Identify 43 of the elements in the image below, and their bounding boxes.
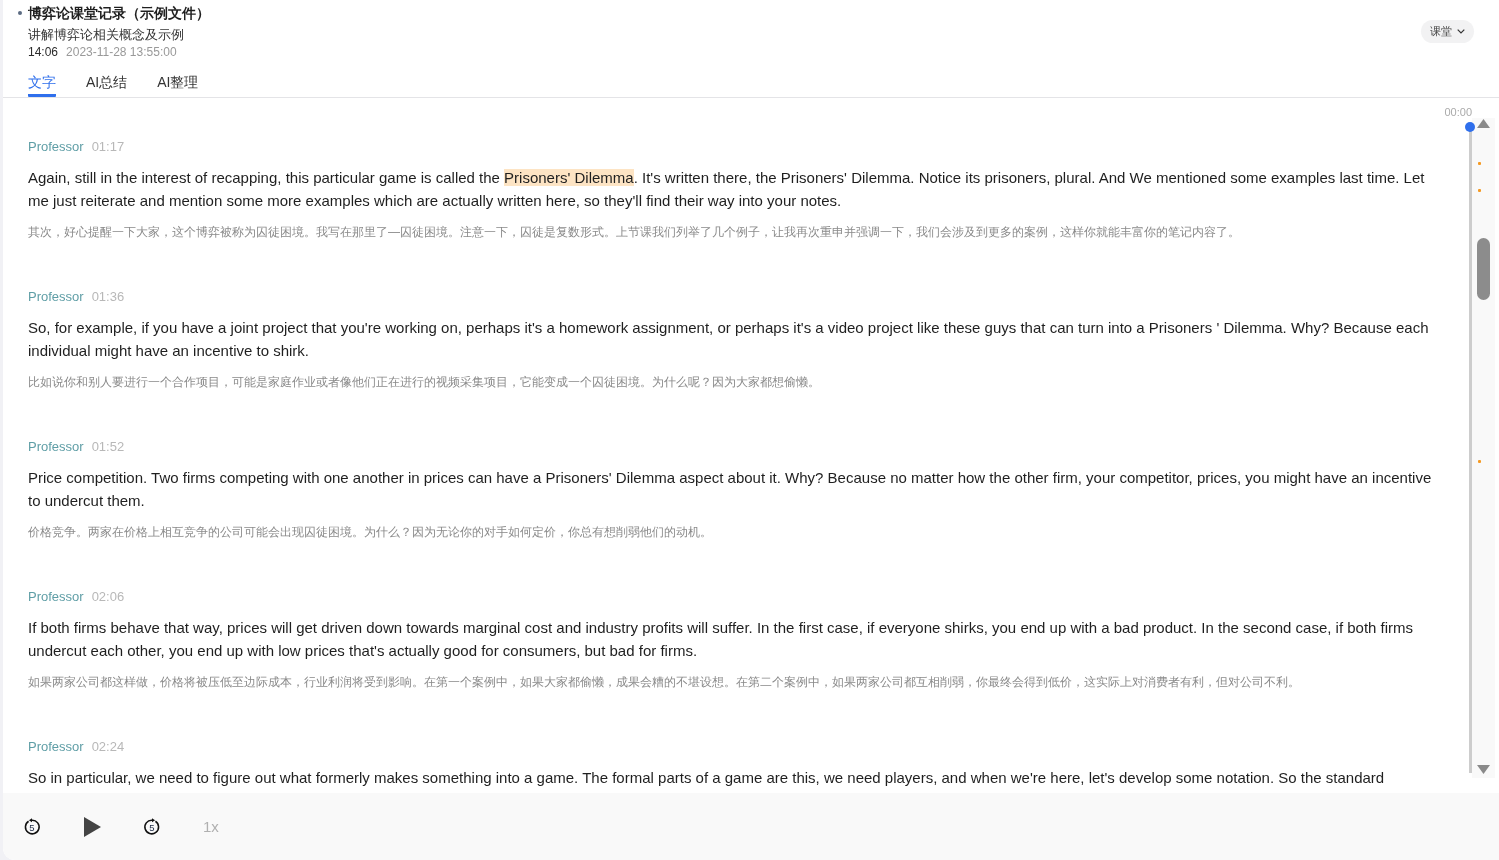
tab[interactable]: AI整理 xyxy=(157,72,199,97)
timeline-marker-icon xyxy=(1478,161,1481,165)
transcript-text: If both firms behave that way, prices will get driven down towards marginal cost and industry profits will suffer. In the first case, if everyone shirks, you end up with a bad product. In the second case, if both firms undercut each other, you end up with low prices that's actually good for consumers, but bad for firms. xyxy=(28,618,1415,661)
translation-text: 如果两家公司都这样做，价格将被压低至边际成本，行业利润将受到影响。在第一个案例中，如果大家都偷懒，成果会糟的不堪设想。在第二个案例中，如果两家公司都互相削弱，你最终会得到低价，这实际上对消费者有利，但对公司不利。 xyxy=(28,674,1301,691)
document-subtitle: 讲解博弈论相关概念及示例 xyxy=(28,26,185,44)
timestamp: 02:24 xyxy=(91,738,125,756)
bullet-dot-icon xyxy=(18,11,22,15)
translation-text: 比如说你和别人要进行一个合作项目，可能是家庭作业或者像他们正在进行的视频采集项目，它能变成一个囚徒困境。为什么呢？因为大家都想偷懒。 xyxy=(28,374,821,391)
skip-back-button[interactable]: 5 xyxy=(23,817,41,836)
timeline-marker-icon xyxy=(1478,459,1481,463)
transcript-text: Price competition. Two firms competing with one another in prices can have a Prisoners' Dilemma aspect about it. Why? Because no matter how the other firm, your competitor, prices, you might have an incentive to undercut them. xyxy=(28,468,1433,511)
translation-text: 价格竞争。两家在价格上相互竞争的公司可能会出现囚徒困境。为什么？因为无论你的对手如何定价，你总有想削弱他们的动机。 xyxy=(28,524,713,541)
duration-text: 14:06 xyxy=(28,44,59,60)
play-icon xyxy=(83,816,101,837)
date-text: 2023-11-28 13:55:00 xyxy=(66,44,177,60)
timestamp: 01:52 xyxy=(91,438,125,456)
transcript-text: So in particular, we need to figure out what formerly makes something into a game. The formal parts of a game are this, we need players, and when we're here, let's develop some notation. So the standard xyxy=(28,768,1386,788)
tab[interactable]: 文字 xyxy=(28,72,56,97)
speaker-name: Professor xyxy=(28,738,84,756)
timestamp: 02:06 xyxy=(91,588,125,606)
timeline-marker-icon xyxy=(1478,189,1481,192)
clockwise-arrow-icon xyxy=(143,817,161,836)
scroll-up-icon[interactable] xyxy=(1477,119,1490,128)
translation-text: 其次，好心提醒一下大家，这个博弈被称为囚徒困境。我写在那里了—囚徒困境。注意一下，囚徒是复数形式。上节课我们列举了几个例子，让我再次重申并强调一下，我们会涉及到更多的案例，这样你就能丰富你的笔记内容了。 xyxy=(28,224,1241,241)
speaker-name: Professor xyxy=(28,588,84,606)
document-title: 博弈论课堂记录（示例文件） xyxy=(28,4,210,22)
play-button[interactable] xyxy=(83,816,101,837)
timestamp: 01:36 xyxy=(91,288,125,306)
transcript-text: So, for example, if you have a joint project that you're working on, perhaps it's a homework assignment, or perhaps it's a video project like these guys that can turn into a Prisoners ' Dilemma. Why? Because each individual might have an incentive to shirk. xyxy=(28,318,1430,361)
scrollbar-thumb[interactable] xyxy=(1477,238,1490,300)
counterclockwise-arrow-icon xyxy=(23,817,41,836)
transcript-text: Again, still in the interest of recapping, this particular game is called the Prisoners' Dilemma. It's written there, the Prisoners' Dilemma. Notice its prisoners, plural. And We mentioned some examples last time. Let me just reiterate and mention some more examples which are actually written here, so they'll find their way into your notes. xyxy=(28,168,1426,211)
playhead[interactable] xyxy=(1465,122,1475,132)
tab[interactable]: AI总结 xyxy=(86,72,128,97)
chevron-down-icon xyxy=(1457,29,1465,34)
speaker-name: Professor xyxy=(28,288,84,306)
scene-dropdown[interactable]: 课堂 xyxy=(1421,20,1474,43)
speaker-name: Professor xyxy=(28,138,84,156)
skip-forward-button[interactable]: 5 xyxy=(143,817,161,836)
scroll-down-icon[interactable] xyxy=(1477,765,1490,774)
timeline-start-time: 00:00 xyxy=(1444,107,1472,118)
speaker-name: Professor xyxy=(28,438,84,456)
timestamp: 01:17 xyxy=(91,138,125,156)
